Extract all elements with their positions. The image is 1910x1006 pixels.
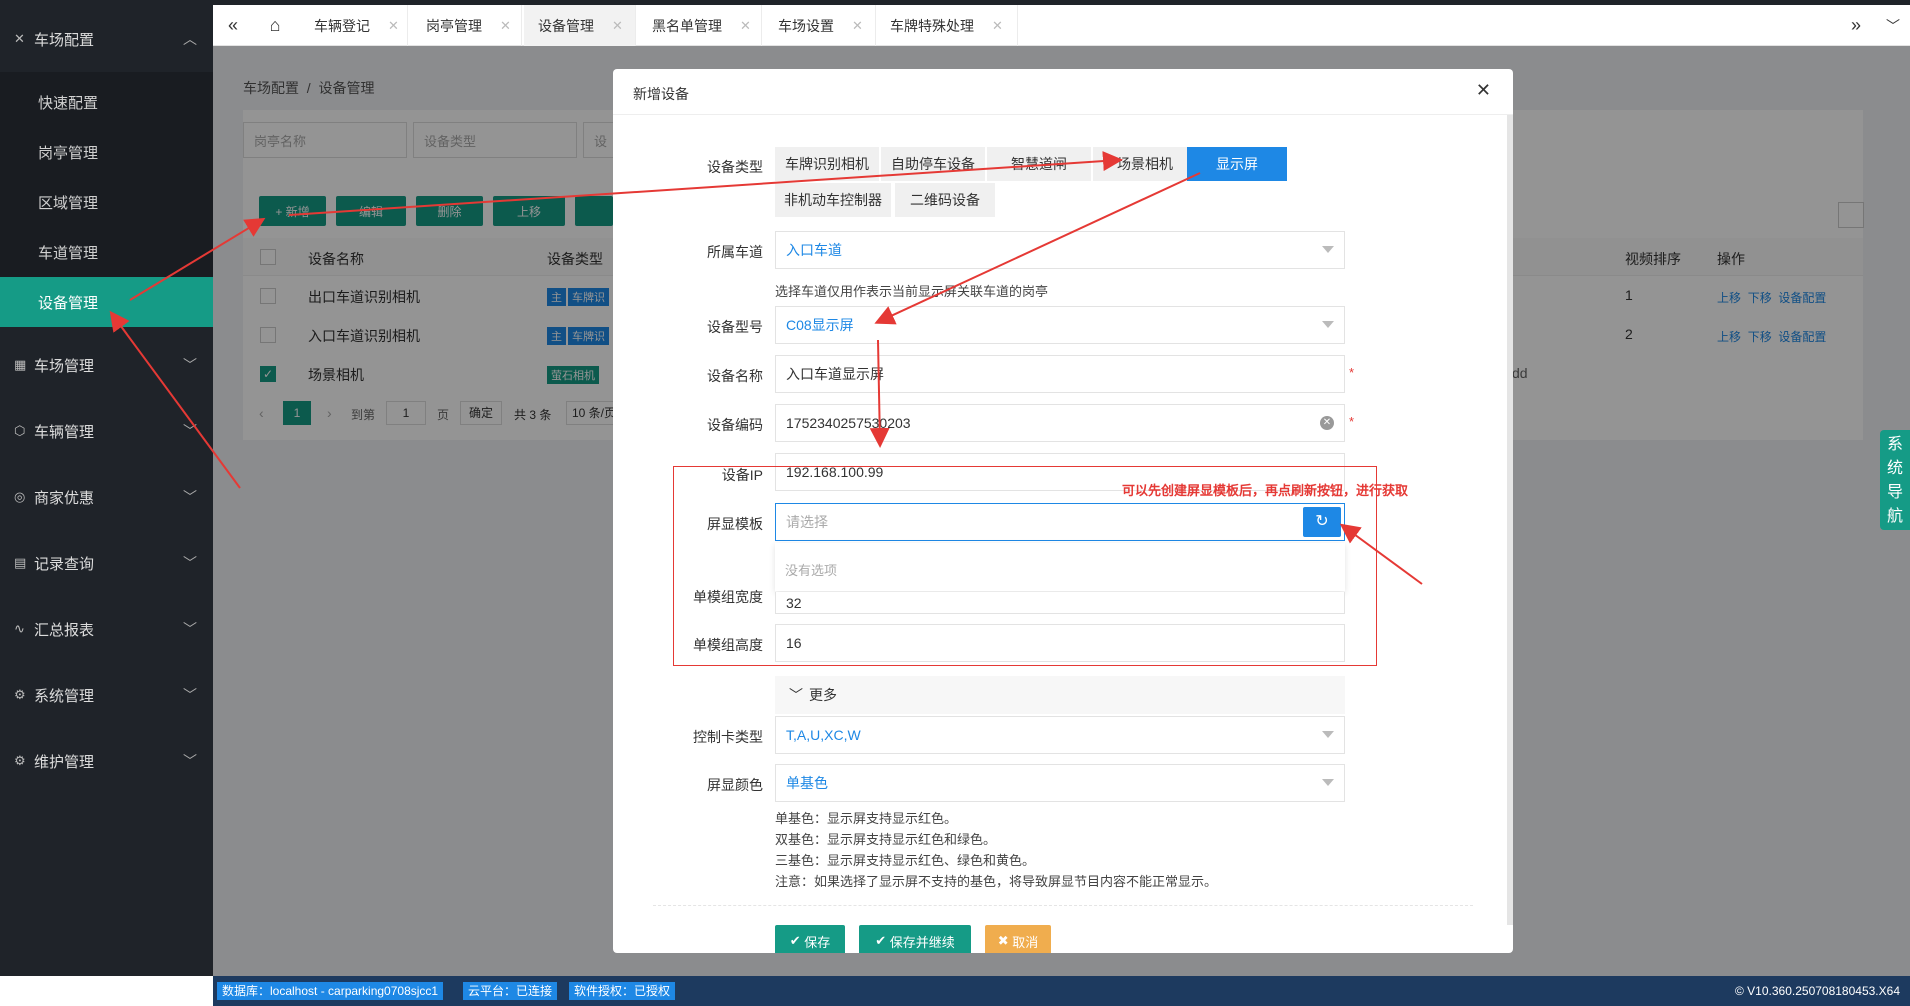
status-bar: 数据库：localhost - carparking0708sjcc1 云平台：… bbox=[213, 976, 1910, 1006]
arrow-to-device-menu bbox=[109, 310, 241, 489]
arrow-to-model bbox=[874, 172, 1201, 325]
arrow-down bbox=[869, 339, 890, 448]
arrow-to-add bbox=[129, 217, 266, 301]
cloud-status: 云平台：已连接 bbox=[463, 982, 558, 1000]
db-status: 数据库：localhost - carparking0708sjcc1 bbox=[217, 982, 444, 1000]
annotation-arrows bbox=[109, 151, 1423, 585]
arrow-to-refresh bbox=[1339, 523, 1423, 585]
version-label: © V10.360.250708180453.X64 bbox=[1735, 984, 1900, 998]
license-status: 软件授权：已授权 bbox=[569, 982, 676, 1000]
arrow-to-display-type bbox=[288, 151, 1123, 216]
